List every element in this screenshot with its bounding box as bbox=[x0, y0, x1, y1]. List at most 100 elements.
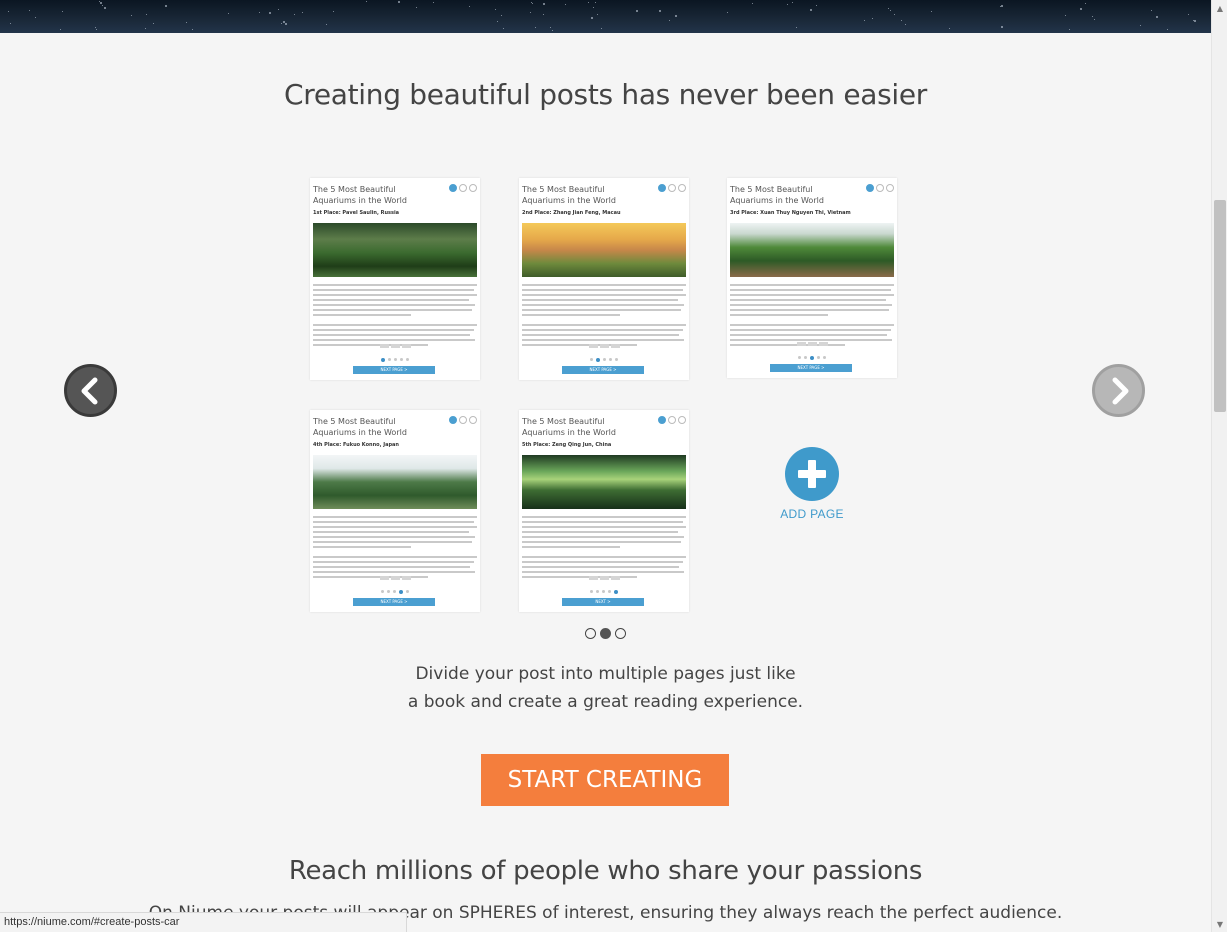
card-action-icons bbox=[449, 416, 477, 424]
star-decoration bbox=[1068, 29, 1070, 31]
star-decoration bbox=[366, 0, 368, 2]
star-decoration bbox=[552, 29, 554, 31]
star-decoration bbox=[102, 5, 104, 7]
card-page-dots bbox=[310, 589, 480, 594]
share-icon[interactable] bbox=[658, 416, 666, 424]
page-preview-card-5[interactable]: The 5 Most Beautiful Aquariums in the Wo… bbox=[519, 410, 689, 612]
star-decoration bbox=[259, 12, 261, 14]
scroll-up-arrow[interactable]: ▲ bbox=[1212, 0, 1227, 16]
star-decoration bbox=[588, 1, 590, 3]
scroll-down-arrow[interactable]: ▼ bbox=[1212, 916, 1227, 932]
card-page-dot bbox=[590, 358, 593, 361]
star-decoration bbox=[502, 27, 504, 29]
star-decoration bbox=[1000, 5, 1003, 8]
star-decoration bbox=[549, 27, 551, 29]
star-decoration bbox=[529, 11, 531, 13]
comment-icon[interactable] bbox=[668, 184, 676, 192]
share-icon[interactable] bbox=[449, 416, 457, 424]
carousel-next-button[interactable] bbox=[1092, 364, 1145, 417]
card-page-dot bbox=[387, 590, 390, 593]
star-decoration bbox=[60, 29, 62, 31]
star-decoration bbox=[62, 11, 64, 13]
star-decoration bbox=[597, 13, 599, 15]
star-decoration bbox=[415, 7, 417, 9]
card-body-text bbox=[730, 284, 894, 349]
page-preview-card-4[interactable]: The 5 Most Beautiful Aquariums in the Wo… bbox=[310, 410, 480, 612]
card-page-dot bbox=[596, 357, 600, 362]
star-decoration bbox=[1084, 3, 1086, 5]
comment-icon[interactable] bbox=[459, 416, 467, 424]
star-decoration bbox=[931, 10, 933, 12]
scrollbar-thumb[interactable] bbox=[1214, 200, 1226, 412]
chevron-right-icon bbox=[1112, 377, 1128, 404]
star-decoration bbox=[1139, 24, 1141, 26]
settings-icon[interactable] bbox=[678, 416, 686, 424]
card-subtitle: 4th Place: Fukuo Konno, Japan bbox=[313, 442, 399, 448]
star-decoration bbox=[277, 9, 279, 11]
description-line-1: Divide your post into multiple pages jus… bbox=[415, 664, 796, 684]
star-decoration bbox=[795, 26, 797, 28]
star-decoration bbox=[751, 2, 753, 4]
card-subtitle: 2nd Place: Zhang Jian Feng, Macau bbox=[522, 210, 621, 216]
card-page-dot bbox=[381, 357, 385, 362]
carousel-dot-3[interactable] bbox=[615, 628, 626, 639]
share-icon[interactable] bbox=[449, 184, 457, 192]
add-page-button[interactable]: ADD PAGE bbox=[770, 447, 854, 521]
comment-icon[interactable] bbox=[668, 416, 676, 424]
star-decoration bbox=[29, 10, 31, 12]
comment-icon[interactable] bbox=[876, 184, 884, 192]
card-page-dot bbox=[798, 356, 801, 359]
star-decoration bbox=[34, 16, 36, 18]
page-preview-card-1[interactable]: The 5 Most Beautiful Aquariums in the Wo… bbox=[310, 178, 480, 380]
pager-box bbox=[390, 576, 400, 580]
star-decoration bbox=[186, 21, 188, 23]
star-decoration bbox=[590, 17, 593, 20]
start-creating-button[interactable]: START CREATING bbox=[481, 754, 729, 806]
star-decoration bbox=[398, 0, 401, 3]
star-decoration bbox=[595, 1, 597, 3]
aquarium-photo bbox=[313, 455, 477, 509]
card-next-page-button[interactable]: NEXT PAGE > bbox=[353, 366, 435, 374]
aquarium-photo bbox=[730, 223, 894, 277]
card-page-dot bbox=[394, 358, 397, 361]
card-page-dots bbox=[519, 589, 689, 594]
description-line-2: a book and create a great reading experi… bbox=[407, 692, 804, 712]
star-decoration bbox=[8, 11, 10, 13]
star-decoration bbox=[792, 2, 794, 4]
star-decoration bbox=[888, 8, 890, 10]
vertical-scrollbar[interactable]: ▲ ▼ bbox=[1211, 0, 1227, 932]
settings-icon[interactable] bbox=[469, 416, 477, 424]
star-decoration bbox=[325, 23, 327, 25]
card-next-page-button[interactable]: NEXT PAGE > bbox=[562, 366, 644, 374]
share-icon[interactable] bbox=[658, 184, 666, 192]
card-page-dot bbox=[388, 358, 391, 361]
carousel-dot-1[interactable] bbox=[585, 628, 596, 639]
star-decoration bbox=[293, 13, 295, 15]
settings-icon[interactable] bbox=[678, 184, 686, 192]
star-decoration bbox=[890, 10, 892, 12]
card-next-page-button[interactable]: NEXT > bbox=[562, 598, 644, 606]
settings-icon[interactable] bbox=[469, 184, 477, 192]
star-decoration bbox=[601, 28, 603, 30]
settings-icon[interactable] bbox=[886, 184, 894, 192]
page-title: Creating beautiful posts has never been … bbox=[283, 78, 928, 111]
star-decoration bbox=[500, 15, 502, 17]
card-next-page-button[interactable]: NEXT PAGE > bbox=[770, 364, 852, 372]
star-decoration bbox=[10, 23, 12, 25]
card-next-page-button[interactable]: NEXT PAGE > bbox=[353, 598, 435, 606]
aquarium-photo bbox=[313, 223, 477, 277]
star-decoration bbox=[1079, 8, 1082, 11]
star-decoration bbox=[227, 12, 229, 14]
section-title: Reach millions of people who share your … bbox=[288, 856, 923, 886]
card-page-dot bbox=[823, 356, 826, 359]
carousel-indicators bbox=[585, 628, 626, 639]
card-subtitle: 5th Place: Zeng Qing Jun, China bbox=[522, 442, 612, 448]
carousel-dot-2[interactable] bbox=[600, 628, 611, 639]
carousel-prev-button[interactable] bbox=[64, 364, 117, 417]
star-decoration bbox=[103, 6, 106, 9]
share-icon[interactable] bbox=[866, 184, 874, 192]
page-preview-card-3[interactable]: The 5 Most Beautiful Aquariums in the Wo… bbox=[727, 178, 897, 378]
page-preview-card-2[interactable]: The 5 Most Beautiful Aquariums in the Wo… bbox=[519, 178, 689, 380]
star-decoration bbox=[786, 4, 788, 6]
comment-icon[interactable] bbox=[459, 184, 467, 192]
